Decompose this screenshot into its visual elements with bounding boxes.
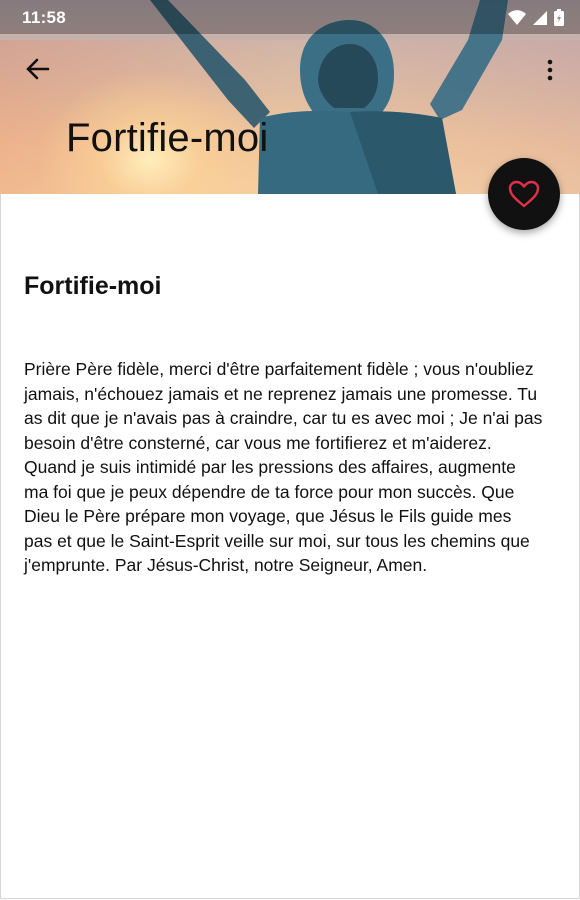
battery-icon (554, 9, 564, 26)
heart-outline-icon (508, 180, 540, 208)
overflow-menu-button[interactable] (540, 56, 560, 84)
more-vert-icon (547, 59, 553, 81)
favorite-button[interactable] (488, 158, 560, 230)
header-title: Fortifie-moi (66, 116, 269, 160)
status-bar: 11:58 (0, 0, 580, 34)
back-button[interactable] (22, 54, 56, 84)
header-image: 11:58 Fortifie-moi (0, 0, 580, 194)
prayer-title: Fortifie-moi (24, 272, 162, 300)
arrow-left-icon (26, 58, 50, 80)
status-time: 11:58 (22, 8, 67, 27)
wifi-icon (508, 9, 526, 25)
status-icons (508, 9, 564, 26)
prayer-text: Prière Père fidèle, merci d'être parfait… (24, 359, 543, 575)
signal-icon (533, 10, 547, 25)
